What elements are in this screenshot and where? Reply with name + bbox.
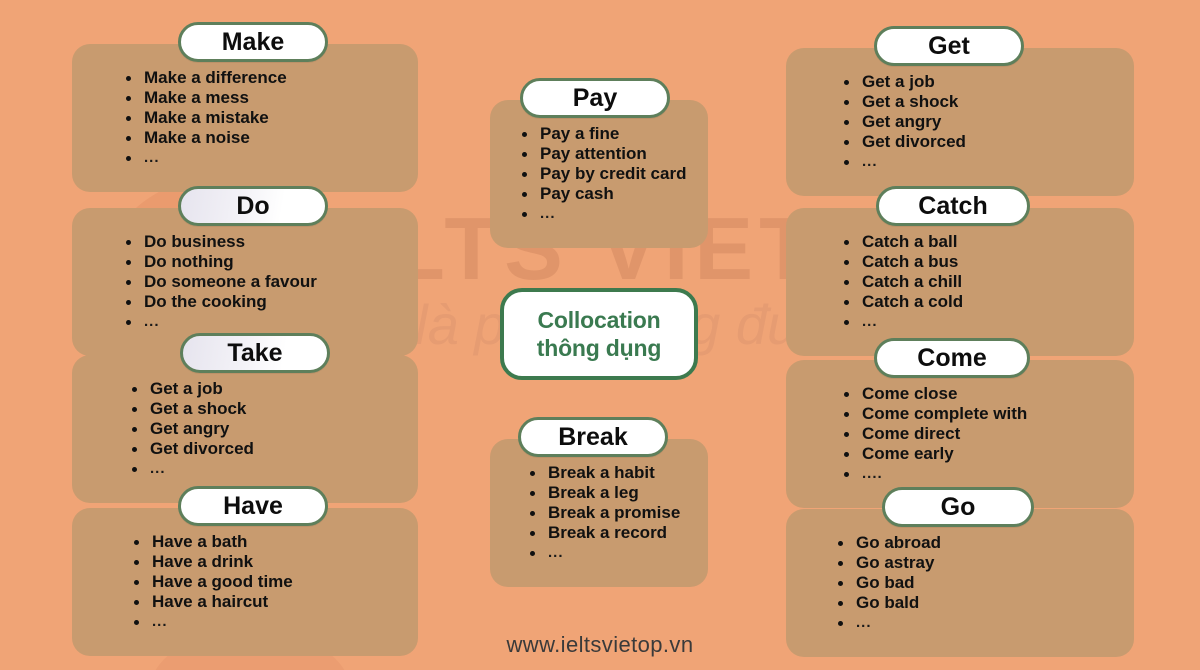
list-item: Do nothing	[126, 252, 317, 272]
collocation-list-go: Go abroad Go astray Go bad Go bald ...	[838, 533, 941, 633]
list-item-more: ....	[844, 464, 1027, 484]
list-item: Break a habit	[530, 463, 680, 483]
list-item-more: ...	[838, 613, 941, 633]
card-title-pill-make[interactable]: Make	[178, 22, 328, 62]
list-item: Pay a fine	[522, 124, 686, 144]
list-item: Pay cash	[522, 184, 686, 204]
list-item: Make a mistake	[126, 108, 287, 128]
collocation-list-make: Make a difference Make a mess Make a mis…	[126, 68, 287, 168]
card-title-pill-have[interactable]: Have	[178, 486, 328, 526]
list-item: Catch a ball	[844, 232, 963, 252]
infographic-canvas: IELTS VIETOP Học là phải dùng được! Make…	[0, 0, 1200, 670]
list-item: Do the cooking	[126, 292, 317, 312]
footer-website-url[interactable]: www.ieltsvietop.vn	[0, 632, 1200, 658]
list-item: Have a bath	[134, 532, 293, 552]
list-item: Have a drink	[134, 552, 293, 572]
list-item: Get a job	[844, 72, 966, 92]
list-item: Go bald	[838, 593, 941, 613]
collocation-list-take: Get a job Get a shock Get angry Get divo…	[132, 379, 254, 479]
list-item: Make a mess	[126, 88, 287, 108]
list-item: Come complete with	[844, 404, 1027, 424]
collocation-list-have: Have a bath Have a drink Have a good tim…	[134, 532, 293, 632]
list-item: Get a shock	[132, 399, 254, 419]
list-item: Have a good time	[134, 572, 293, 592]
list-item: Pay attention	[522, 144, 686, 164]
card-title-have: Have	[223, 492, 283, 520]
center-topic-badge: Collocation thông dụng	[500, 288, 698, 380]
list-item: Go bad	[838, 573, 941, 593]
list-item: Make a noise	[126, 128, 287, 148]
card-title-pill-get[interactable]: Get	[874, 26, 1024, 66]
list-item: Break a leg	[530, 483, 680, 503]
center-topic-line-2: thông dụng	[536, 335, 662, 361]
card-title-do: Do	[236, 192, 270, 220]
card-title-pill-take[interactable]: Take	[180, 333, 330, 373]
list-item: Come close	[844, 384, 1027, 404]
list-item: Go astray	[838, 553, 941, 573]
list-item: Break a record	[530, 523, 680, 543]
list-item-more: ...	[530, 543, 680, 563]
list-item-more: ...	[134, 612, 293, 632]
list-item: Catch a cold	[844, 292, 963, 312]
list-item: Get divorced	[844, 132, 966, 152]
list-item-more: ...	[844, 312, 963, 332]
card-title-make: Make	[221, 28, 285, 56]
center-topic-line-1: Collocation	[537, 307, 661, 333]
list-item: Get angry	[132, 419, 254, 439]
collocation-list-pay: Pay a fine Pay attention Pay by credit c…	[522, 124, 686, 224]
list-item-more: ...	[844, 152, 966, 172]
list-item-more: ...	[132, 459, 254, 479]
list-item: Get a job	[132, 379, 254, 399]
collocation-list-come: Come close Come complete with Come direc…	[844, 384, 1027, 484]
list-item: Get divorced	[132, 439, 254, 459]
list-item: Have a haircut	[134, 592, 293, 612]
card-title-take: Take	[227, 339, 283, 367]
list-item: Do business	[126, 232, 317, 252]
list-item: Come early	[844, 444, 1027, 464]
card-title-pay: Pay	[572, 84, 618, 112]
list-item: Come direct	[844, 424, 1027, 444]
card-title-pill-go[interactable]: Go	[882, 487, 1034, 527]
list-item: Catch a chill	[844, 272, 963, 292]
card-title-pill-come[interactable]: Come	[874, 338, 1030, 378]
collocation-list-break: Break a habit Break a leg Break a promis…	[530, 463, 680, 563]
collocation-list-get: Get a job Get a shock Get angry Get divo…	[844, 72, 966, 172]
card-title-pill-do[interactable]: Do	[178, 186, 328, 226]
list-item-more: ...	[522, 204, 686, 224]
card-title-pill-catch[interactable]: Catch	[876, 186, 1030, 226]
card-title-come: Come	[917, 344, 987, 372]
collocation-list-do: Do business Do nothing Do someone a favo…	[126, 232, 317, 332]
list-item: Get a shock	[844, 92, 966, 112]
card-title-go: Go	[940, 493, 976, 521]
card-title-pill-pay[interactable]: Pay	[520, 78, 670, 118]
list-item: Catch a bus	[844, 252, 963, 272]
collocation-list-catch: Catch a ball Catch a bus Catch a chill C…	[844, 232, 963, 332]
list-item-more: ...	[126, 312, 317, 332]
list-item: Pay by credit card	[522, 164, 686, 184]
list-item-more: ...	[126, 148, 287, 168]
list-item: Get angry	[844, 112, 966, 132]
list-item: Break a promise	[530, 503, 680, 523]
list-item: Make a difference	[126, 68, 287, 88]
card-title-pill-break[interactable]: Break	[518, 417, 668, 457]
card-title-get: Get	[928, 32, 970, 60]
card-title-break: Break	[558, 423, 628, 451]
list-item: Go abroad	[838, 533, 941, 553]
list-item: Do someone a favour	[126, 272, 317, 292]
card-title-catch: Catch	[918, 192, 988, 220]
